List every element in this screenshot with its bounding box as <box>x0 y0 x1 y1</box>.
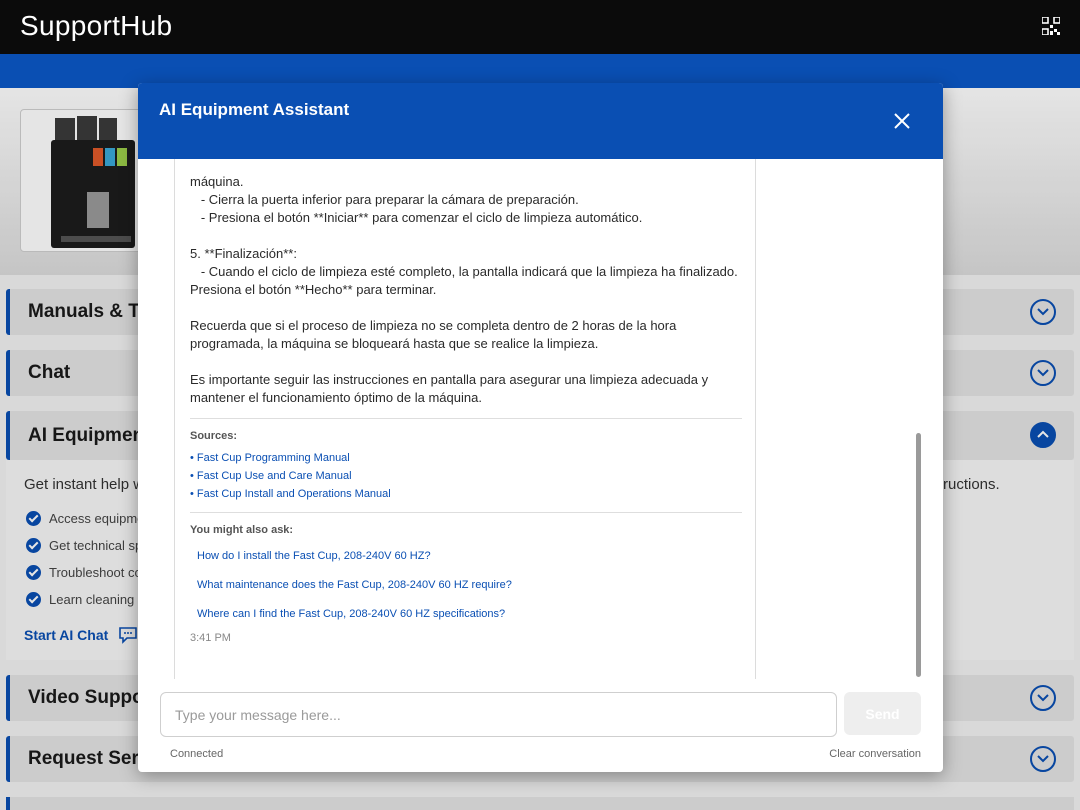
suggested-question[interactable]: What maintenance does the Fast Cup, 208-… <box>197 579 512 591</box>
message-line: mantener el funcionamiento óptimo de la … <box>190 390 482 405</box>
message-line: Presiona el botón **Hecho** para termina… <box>190 282 437 297</box>
message-timestamp: 3:41 PM <box>190 632 231 644</box>
message-line: programada, la máquina se bloqueará hast… <box>190 336 599 351</box>
message-line: Recuerda que si el proceso de limpieza n… <box>190 318 677 333</box>
sources-label: Sources: <box>190 430 238 442</box>
ai-assistant-modal: AI Equipment Assistant máquina. - Cierra… <box>138 83 943 772</box>
message-line: Es importante seguir las instrucciones e… <box>190 372 709 387</box>
assistant-message: máquina. - Cierra la puerta inferior par… <box>174 159 756 679</box>
source-link[interactable]: • Fast Cup Programming Manual <box>190 452 350 464</box>
divider <box>190 512 742 513</box>
qr-code-icon[interactable] <box>1042 17 1060 35</box>
connection-status: Connected <box>170 748 224 760</box>
modal-title: AI Equipment Assistant <box>159 100 350 119</box>
chat-scroll-area[interactable]: máquina. - Cierra la puerta inferior par… <box>138 159 943 679</box>
message-input[interactable] <box>175 704 815 726</box>
message-line: - Presiona el botón **Iniciar** para com… <box>190 210 643 225</box>
send-button[interactable]: Send <box>844 692 921 735</box>
message-line: - Cierra la puerta inferior para prepara… <box>190 192 579 207</box>
clear-conversation-link[interactable]: Clear conversation <box>829 748 921 760</box>
message-line: - Cuando el ciclo de limpieza esté compl… <box>190 264 738 279</box>
source-link[interactable]: • Fast Cup Use and Care Manual <box>190 470 352 482</box>
modal-header: AI Equipment Assistant <box>138 83 943 159</box>
divider <box>190 418 742 419</box>
app-title: SupportHub <box>20 10 173 41</box>
suggested-question[interactable]: How do I install the Fast Cup, 208-240V … <box>197 550 431 562</box>
suggestions-label: You might also ask: <box>190 524 294 536</box>
chat-scrollbar[interactable] <box>916 433 921 677</box>
top-app-bar: SupportHub <box>0 0 1080 54</box>
message-line: 5. **Finalización**: <box>190 246 297 261</box>
message-input-box[interactable] <box>160 692 837 737</box>
message-line: máquina. <box>190 174 244 189</box>
close-icon[interactable] <box>890 109 914 133</box>
suggested-question[interactable]: Where can I find the Fast Cup, 208-240V … <box>197 608 505 620</box>
source-link[interactable]: • Fast Cup Install and Operations Manual <box>190 488 391 500</box>
